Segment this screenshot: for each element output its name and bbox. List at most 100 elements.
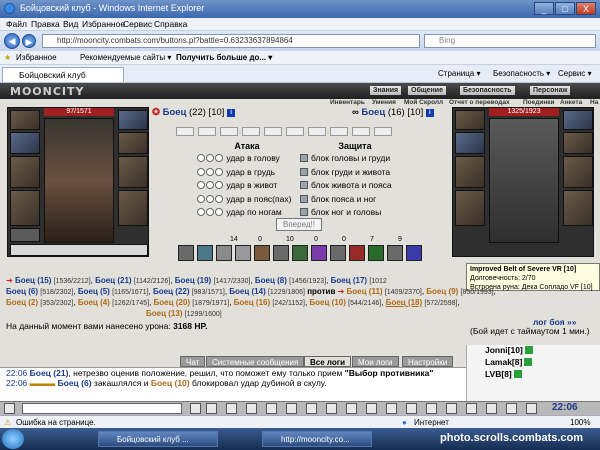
team1-fighter[interactable]: Боец (19) (175, 276, 211, 285)
toolbar-icon[interactable] (206, 403, 217, 414)
spell-icon[interactable] (235, 245, 251, 261)
menu-file[interactable]: Файл (6, 19, 27, 29)
nav-character[interactable]: Персонаж (530, 86, 571, 95)
tab-settings[interactable]: Настройки (402, 356, 454, 367)
left-slot-scrolls[interactable] (10, 244, 148, 256)
suggested-sites-link[interactable]: Рекомендуемые сайты ▾ (80, 53, 171, 62)
chat-nick[interactable]: Боец (21) (30, 368, 69, 378)
right-slot-gloves[interactable] (563, 132, 593, 154)
team1-fighter[interactable]: Боец (21) (95, 276, 131, 285)
toolbar-icon[interactable] (266, 403, 277, 414)
nav-security[interactable]: Безопасность (460, 86, 515, 95)
right-slot-shield[interactable] (563, 156, 593, 188)
attack-option-head[interactable]: удар в голову (197, 153, 297, 167)
toolbar-icon[interactable] (286, 403, 297, 414)
toolbar-icon[interactable] (190, 403, 201, 414)
spell-icon[interactable] (273, 245, 289, 261)
team1-fighter[interactable]: Боец (15) (15, 276, 51, 285)
toolbar-icon[interactable] (306, 403, 317, 414)
chat-input[interactable] (22, 403, 182, 414)
quick-slot[interactable] (330, 127, 348, 136)
favorites-star-icon[interactable]: ★ (4, 53, 11, 62)
toolbar-icon[interactable] (506, 403, 517, 414)
toolbar-icon[interactable] (526, 403, 537, 414)
tools-menu[interactable]: Сервис ▾ (558, 69, 592, 78)
block-option-chest-stomach[interactable]: блок груди и живота (300, 167, 410, 181)
right-fighter-name[interactable]: ∞ Боец (16) [10] i (352, 107, 434, 118)
toolbar-icon[interactable] (466, 403, 477, 414)
toolbar-icon[interactable] (226, 403, 237, 414)
go-button[interactable]: Вперед!! (276, 218, 322, 231)
toolbar-icon[interactable] (326, 403, 337, 414)
safety-menu[interactable]: Безопасность ▾ (493, 69, 550, 78)
close-button[interactable]: X (576, 2, 596, 15)
spell-icon[interactable] (387, 245, 403, 261)
spell-icon[interactable] (197, 245, 213, 261)
team2-fighter[interactable]: Боец (10) (309, 298, 345, 307)
forward-button[interactable]: ▶ (22, 34, 36, 48)
right-slot-earrings[interactable] (563, 110, 593, 130)
user-item[interactable]: Lamak[8] (485, 357, 533, 367)
menu-edit[interactable]: Правка (31, 19, 60, 29)
team1-fighter[interactable]: Боец (17) (331, 276, 367, 285)
subnav-inventory[interactable]: Инвентарь (330, 99, 365, 106)
right-slot-weapon[interactable] (455, 156, 485, 188)
zoom-level[interactable]: 100% (570, 418, 590, 427)
left-slot-helmet[interactable] (10, 110, 40, 130)
menu-view[interactable]: Вид (63, 19, 78, 29)
spell-icon[interactable] (349, 245, 365, 261)
subnav-battles[interactable]: Поединки (523, 99, 555, 106)
left-slot-gloves[interactable] (118, 132, 148, 154)
team2-fighter[interactable]: Боец (13) (146, 309, 182, 318)
taskbar-item-browser[interactable]: Бойцовский клуб ... (98, 431, 218, 447)
right-slot-boots[interactable] (563, 190, 593, 226)
spell-icon[interactable] (292, 245, 308, 261)
spell-icon[interactable] (216, 245, 232, 261)
toolbar-icon[interactable] (366, 403, 377, 414)
favorites-button[interactable]: Избранное (16, 53, 57, 62)
user-item[interactable]: LVB[8] (485, 369, 522, 379)
page-menu[interactable]: Страница ▾ (438, 69, 481, 78)
left-slot-shield[interactable] (118, 156, 148, 188)
nav-knowledge[interactable]: Знания (370, 86, 402, 95)
tab-all-logs[interactable]: Все логи (304, 356, 352, 367)
team2-fighter[interactable]: Боец (20) (154, 298, 190, 307)
maximize-button[interactable]: □ (555, 2, 575, 15)
browser-tab[interactable]: Бойцовский клуб (2, 67, 124, 82)
left-fighter-name[interactable]: ✪ Боец (22) [10] i (152, 107, 236, 118)
search-input[interactable]: Bing (424, 34, 596, 48)
menu-help[interactable]: Справка (154, 19, 187, 29)
menu-tools[interactable]: Сервис (123, 19, 152, 29)
info-icon[interactable]: i (227, 109, 236, 117)
right-character-silhouette[interactable] (489, 118, 559, 243)
left-slot-boots[interactable] (118, 190, 148, 226)
block-option-head-chest[interactable]: блок головы и груди (300, 153, 410, 167)
back-button[interactable]: ◀ (4, 33, 20, 49)
team2-fighter[interactable]: Боец (2) (6, 298, 38, 307)
team2-fighter[interactable]: Боец (4) (78, 298, 110, 307)
subnav-more[interactable]: На (590, 99, 598, 106)
tab-my-logs[interactable]: Мои логи (352, 356, 399, 367)
team2-fighter[interactable]: Боец (9) (426, 287, 458, 296)
quick-slot[interactable] (198, 127, 216, 136)
team1-fighter[interactable]: Боец (6) (6, 287, 38, 296)
quick-slot[interactable] (264, 127, 282, 136)
taskbar-item-url[interactable]: http://mooncity.co... (262, 431, 372, 447)
address-bar[interactable]: http://mooncity.combats.com/buttons.pl?b… (42, 34, 420, 48)
left-slot-necklace[interactable] (10, 132, 40, 154)
subnav-scroll[interactable]: Мой Скролл (404, 99, 443, 106)
spell-icon[interactable] (311, 245, 327, 261)
tab-system-messages[interactable]: Системные сообщения (206, 356, 305, 367)
team2-fighter[interactable]: Боец (16) (234, 298, 270, 307)
chat-nick[interactable]: Боец (6) (58, 378, 92, 388)
quick-slot[interactable] (220, 127, 238, 136)
attack-option-chest[interactable]: удар в грудь (197, 167, 297, 181)
quick-slot[interactable] (286, 127, 304, 136)
warning-icon[interactable]: ⚠ (4, 418, 11, 427)
toolbar-icon[interactable] (486, 403, 497, 414)
block-option-groin-legs[interactable]: блок пояса и ног (300, 194, 410, 208)
left-slot-earrings[interactable] (118, 110, 148, 130)
info-icon[interactable]: i (425, 109, 434, 117)
start-button[interactable] (2, 429, 24, 449)
quick-slot[interactable] (374, 127, 392, 136)
